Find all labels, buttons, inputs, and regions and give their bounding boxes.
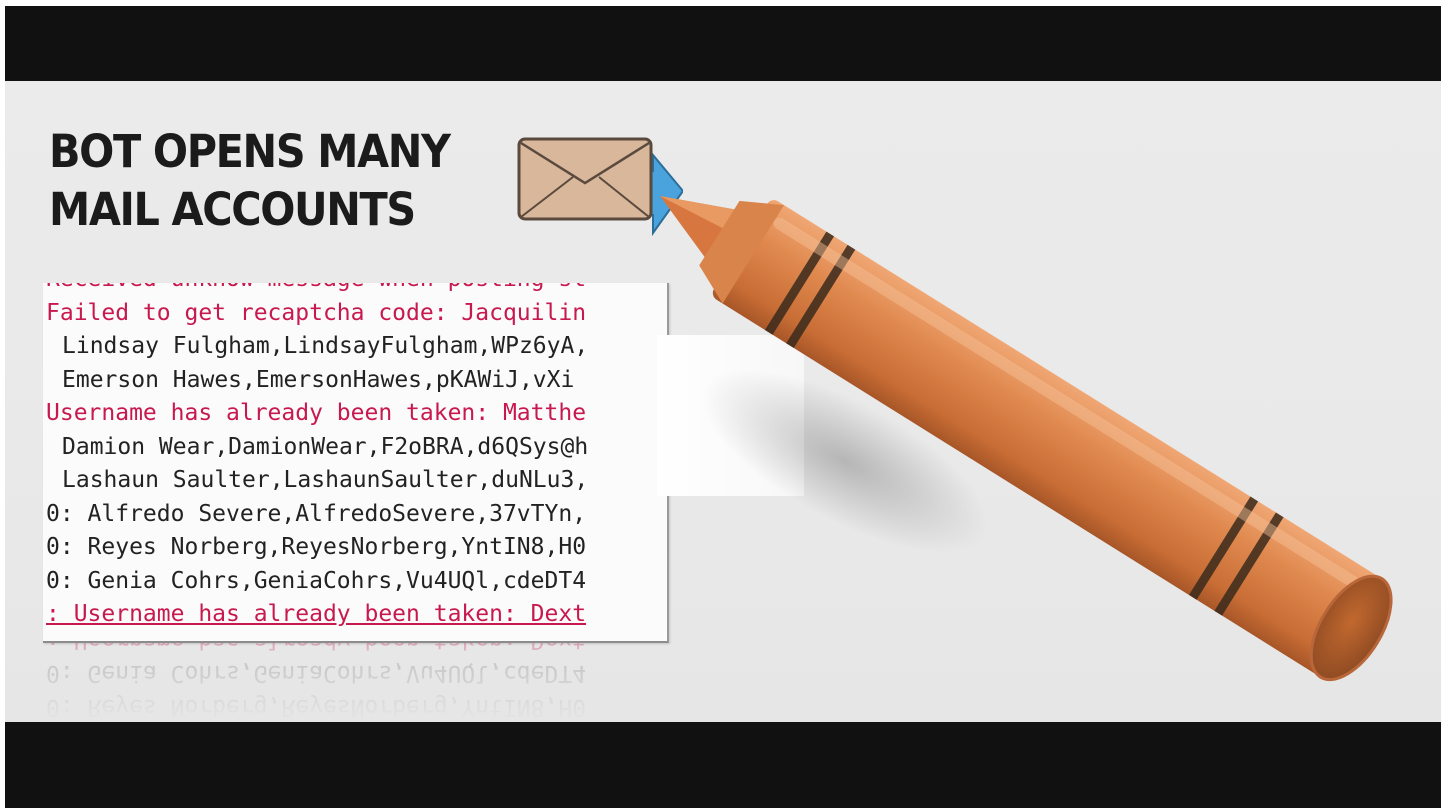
video-stage: BOT OPENS MANY MAIL ACCOUNTS Received un… xyxy=(5,81,1441,722)
letterbox-top xyxy=(5,6,1441,81)
letterbox-bottom xyxy=(5,722,1441,808)
video-frame: BOT OPENS MANY MAIL ACCOUNTS Received un… xyxy=(5,6,1441,808)
orange-crayon xyxy=(660,196,1393,682)
